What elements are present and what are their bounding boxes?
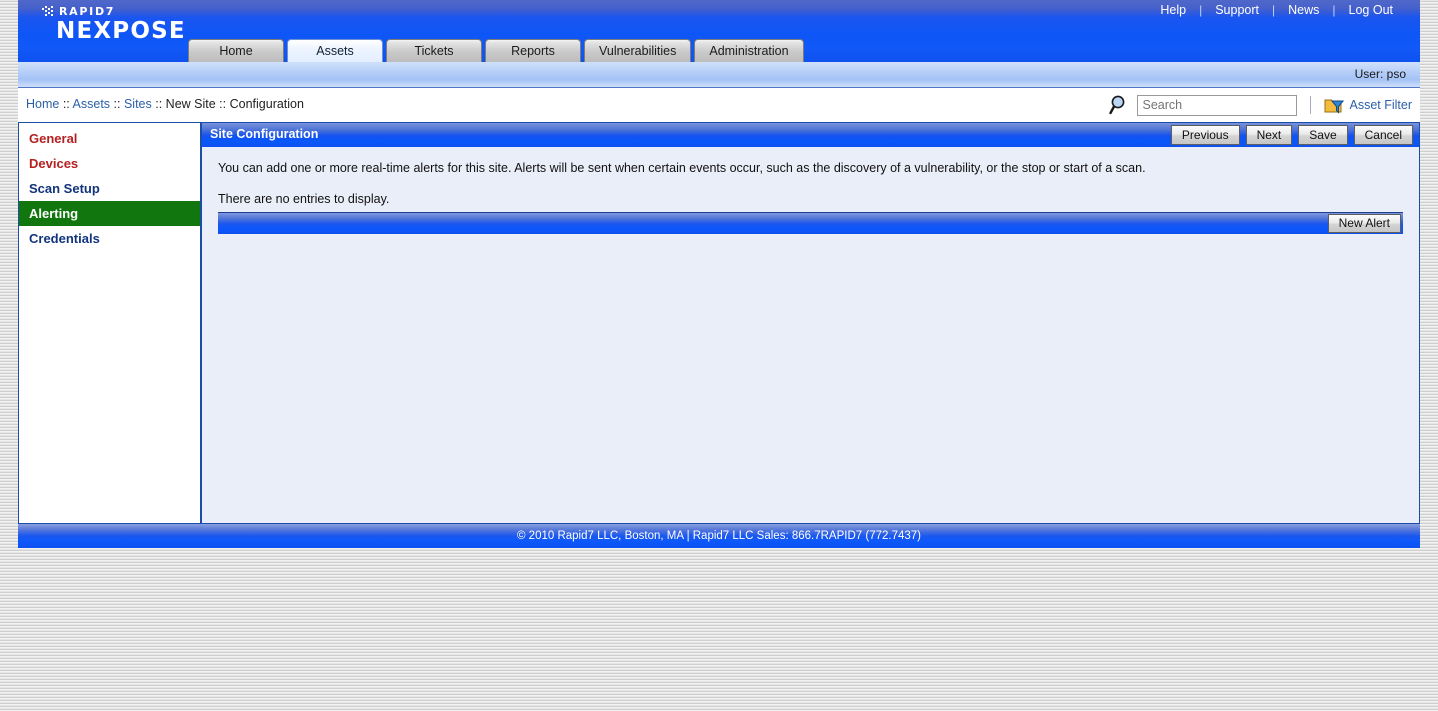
tab-tickets[interactable]: Tickets xyxy=(386,39,482,62)
panel-title-bar: Site Configuration Previous Next Save Ca… xyxy=(202,123,1419,147)
next-button[interactable]: Next xyxy=(1245,125,1293,145)
sidebar-item-general[interactable]: General xyxy=(19,126,200,151)
content-split: General Devices Scan Setup Alerting Cred… xyxy=(18,122,1420,524)
asset-filter-button[interactable]: Asset Filter xyxy=(1324,96,1412,114)
brand-logo: RAPID7 NEXPOSE xyxy=(30,4,210,44)
breadcrumb-divider: :: xyxy=(215,97,230,111)
breadcrumb-divider: :: xyxy=(59,97,73,111)
alerts-table-footer-bar: New Alert xyxy=(218,212,1403,234)
folder-funnel-icon xyxy=(1324,99,1345,114)
link-news[interactable]: News xyxy=(1275,3,1332,17)
breadcrumb-item-home[interactable]: Home xyxy=(26,97,59,111)
user-bar: User: pso xyxy=(18,62,1420,88)
sidebar-item-devices[interactable]: Devices xyxy=(19,151,200,176)
breadcrumb-divider: :: xyxy=(110,97,124,111)
link-help[interactable]: Help xyxy=(1147,3,1199,17)
search-icon[interactable] xyxy=(1109,94,1131,116)
page-footer: © 2010 Rapid7 LLC, Boston, MA | Rapid7 L… xyxy=(18,524,1420,548)
alerts-table: There are no entries to display. New Ale… xyxy=(218,192,1417,234)
tab-administration[interactable]: Administration xyxy=(694,39,804,62)
rapid7-logo-row: RAPID7 xyxy=(30,4,210,18)
page-title: Site Configuration xyxy=(210,127,319,141)
empty-state-message: There are no entries to display. xyxy=(218,192,390,206)
site-config-sidebar: General Devices Scan Setup Alerting Cred… xyxy=(18,122,202,524)
top-header-band: RAPID7 NEXPOSE Help | Support | News | L… xyxy=(18,0,1420,62)
sidebar-item-alerting[interactable]: Alerting xyxy=(19,201,200,226)
breadcrumb-item-new-site: New Site xyxy=(165,97,216,111)
rapid7-dots-icon xyxy=(42,5,56,17)
nexpose-wordmark: NEXPOSE xyxy=(56,18,186,44)
sidebar-item-credentials[interactable]: Credentials xyxy=(19,226,200,251)
sidebar-item-scan-setup[interactable]: Scan Setup xyxy=(19,176,200,201)
panel-action-buttons: Previous Next Save Cancel xyxy=(1170,125,1413,145)
copyright-text: © 2010 Rapid7 LLC, Boston, MA | Rapid7 L… xyxy=(517,530,921,542)
new-alert-button[interactable]: New Alert xyxy=(1327,214,1401,233)
link-support[interactable]: Support xyxy=(1202,3,1272,17)
breadcrumb: Home :: Assets :: Sites :: New Site :: C… xyxy=(26,97,304,111)
breadcrumb-item-sites[interactable]: Sites xyxy=(124,97,152,111)
site-configuration-panel: Site Configuration Previous Next Save Ca… xyxy=(202,122,1420,524)
search-area: Asset Filter xyxy=(1109,92,1412,118)
toolbar-divider xyxy=(1310,96,1312,114)
link-log-out[interactable]: Log Out xyxy=(1336,3,1406,17)
asset-filter-label: Asset Filter xyxy=(1349,98,1412,112)
save-button[interactable]: Save xyxy=(1298,125,1348,145)
previous-button[interactable]: Previous xyxy=(1170,125,1240,145)
tab-home[interactable]: Home xyxy=(188,39,284,62)
breadcrumb-item-configuration: Configuration xyxy=(229,97,304,111)
application-window: RAPID7 NEXPOSE Help | Support | News | L… xyxy=(18,0,1420,548)
rapid7-wordmark: RAPID7 xyxy=(59,4,116,18)
tab-reports[interactable]: Reports xyxy=(485,39,581,62)
cancel-button[interactable]: Cancel xyxy=(1353,125,1413,145)
current-user-label: User: pso xyxy=(1354,67,1406,81)
tab-assets[interactable]: Assets xyxy=(287,39,383,62)
breadcrumb-divider: :: xyxy=(151,97,166,111)
breadcrumb-item-assets[interactable]: Assets xyxy=(73,97,111,111)
tab-vulnerabilities[interactable]: Vulnerabilities xyxy=(584,39,692,62)
breadcrumb-search-row: Home :: Assets :: Sites :: New Site :: C… xyxy=(18,88,1420,122)
utility-links: Help | Support | News | Log Out xyxy=(1147,3,1406,17)
alerting-intro-text: You can add one or more real-time alerts… xyxy=(218,161,1146,175)
search-input[interactable] xyxy=(1137,94,1298,116)
main-tab-bar: Home Assets Tickets Reports Vulnerabilit… xyxy=(188,38,807,62)
